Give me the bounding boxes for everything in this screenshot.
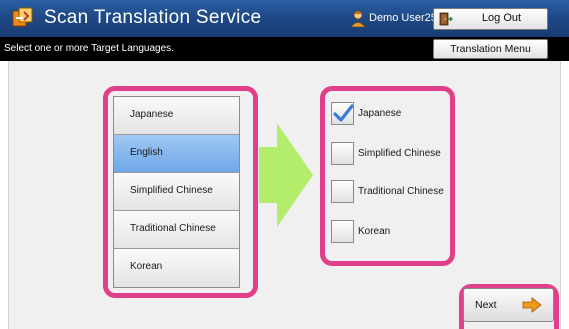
title-bar: Scan Translation Service Demo User258 Lo… [0,0,569,37]
source-language-label: Korean [130,261,163,272]
source-language-label: English [130,147,163,158]
source-language-korean[interactable]: Korean [114,249,239,287]
checkbox[interactable] [331,142,354,165]
source-language-label: Japanese [130,109,174,120]
next-button[interactable]: Next [463,288,554,322]
source-language-label: Simplified Chinese [130,185,213,196]
target-language-label: Simplified Chinese [358,148,441,159]
scan-translation-app-icon [12,7,33,27]
source-language-simplified-chinese[interactable]: Simplified Chinese [114,173,239,211]
translation-menu-button[interactable]: Translation Menu [433,39,548,59]
target-language-label: Traditional Chinese [358,186,444,197]
checkbox[interactable] [331,102,354,125]
checkbox[interactable] [331,180,354,203]
user-name: Demo User258 [369,12,443,24]
target-language-label: Japanese [358,108,402,119]
source-language-traditional-chinese[interactable]: Traditional Chinese [114,211,239,249]
checkmark-icon [333,104,353,122]
target-language-label: Korean [358,226,391,237]
logout-label: Log Out [481,12,522,24]
checkbox[interactable] [331,220,354,243]
exit-door-icon [439,12,453,26]
next-label: Next [475,299,497,311]
source-language-english[interactable]: English [114,135,239,173]
right-arrow-icon [522,297,542,313]
right-arrow-icon [259,123,313,227]
instruction-text: Select one or more Target Languages. [4,43,174,54]
source-language-japanese[interactable]: Japanese [114,97,239,135]
user-avatar-icon [350,10,366,27]
source-language-label: Traditional Chinese [130,223,216,234]
app-title: Scan Translation Service [44,7,262,28]
source-language-list: Japanese English Simplified Chinese Trad… [113,96,240,288]
logout-button[interactable]: Log Out [433,8,548,30]
